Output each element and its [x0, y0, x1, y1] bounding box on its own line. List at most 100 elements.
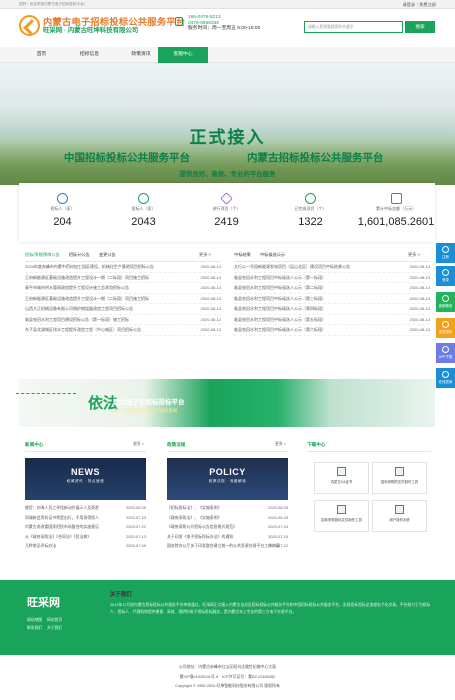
promo-banner[interactable]	[19, 379, 435, 427]
side-login[interactable]: 登录	[436, 266, 455, 286]
download-tender-tool[interactable]: 招标采购的文件制作工具	[372, 462, 427, 494]
list-item-title[interactable]: 临县农田水利工程项目中标候选人公示（第六标段）	[234, 327, 326, 332]
service-hours: 服务时间：周一至周五 8:00-18:00	[188, 26, 261, 32]
tab-plan-notice[interactable]: 招标计公告	[69, 252, 90, 257]
search-button[interactable]: 搜索	[405, 21, 435, 33]
more-link[interactable]: 更多 >	[133, 442, 144, 447]
logo-icon[interactable]	[19, 15, 40, 36]
side-publish[interactable]: 发布招标	[436, 318, 455, 338]
news-image[interactable]: NEWS 权威资讯 · 热点速递	[25, 458, 146, 500]
list-item-title[interactable]: 临县农田水利工程项目建设招标公告（第一标段）施工招标	[25, 317, 129, 322]
side-wechat[interactable]: 客服微信	[436, 292, 455, 312]
list-item-date: 2020-08-13	[200, 306, 221, 311]
policy-item[interactable]: 关于印发《电子招标投标办法》的通知 2020-07-15	[167, 532, 288, 542]
news-item[interactable]: 内蒙古发改委国家招投市场整合的实施意见 2020-07-22	[25, 522, 146, 532]
side-register[interactable]: 注册	[436, 243, 455, 263]
list-item[interactable]: 临县农田水利工程项目中标候选人公示（第四标段） 2020-08-13	[234, 304, 430, 315]
icp-license[interactable]: 蒙ICP备11026241号-6 ICP许可证号：蒙B2-20180282	[0, 672, 455, 682]
tender-notice-panel: 招标/资格预审公告 招标计公告 变更公告 更多 > 2024年度赤峰市内蒙中药材…	[25, 252, 221, 372]
search-input[interactable]: 请输入您想要搜索的关键字	[304, 21, 403, 33]
policy-item-title[interactable]: 《政府采购法》、《实施条例》	[167, 515, 221, 520]
news-item-title[interactable]: 几种常见评标办法	[25, 543, 56, 548]
more-link[interactable]: 更多 >	[408, 252, 420, 258]
footer-link-sitemap[interactable]: 网站地图	[27, 618, 42, 622]
policy-item[interactable]: 《政府采购法》、《实施条例》 2020-08-05	[167, 513, 288, 523]
policy-item-title[interactable]: 《政府采购公开招标公告信息格式规范》	[167, 524, 237, 529]
list-item[interactable]: 东子县北湖城区排水工程提升改造工程（中心城区）项目招标公告 2020-08-12	[25, 325, 221, 336]
tab-change-notice[interactable]: 变更公告	[99, 252, 116, 257]
news-item-date: 2020-07-22	[126, 524, 146, 530]
news-item-title[interactable]: 赫哲：刘海人员之寻找新动作展示人及获悉	[25, 505, 99, 510]
download-ca-cert[interactable]: 内蒙古CA证书	[314, 462, 369, 494]
policy-title: 政策法规	[167, 442, 186, 447]
list-item[interactable]: 临县农田水利工程项目中标候选人公示（第三标段） 2020-08-13	[234, 294, 430, 304]
banner-title: 正式接入	[189, 128, 266, 147]
side-app[interactable]: APP下载	[436, 343, 455, 363]
download-bid-tool[interactable]: 招标采购投标文件制作工具	[314, 500, 369, 532]
stat-amount: 累计中标金额（万元） 1,601,085.2601	[356, 193, 436, 228]
news-item-title[interactable]: 同城新会资料证书将是出行，不用再得投人	[25, 515, 99, 520]
list-item-title[interactable]: 临县农田水利工程项目中标候选人公示（第二标段）	[234, 285, 326, 290]
list-item[interactable]: 2024年度赤峰市内蒙中药材加工园区建设，机械化生产基地项目招标公告 2020-0…	[25, 262, 221, 273]
list-item[interactable]: 临县农田水利工程项目中标候选人公示（第一标段） 2020-08-13	[234, 273, 430, 283]
policy-item[interactable]: 国务院办公厅关于印发整合建立统一的公共资源交易平台工作方案 2020-07-02	[167, 541, 288, 551]
footer-link-home[interactable]: 网站首页	[47, 618, 62, 622]
more-link[interactable]: 更多 >	[275, 442, 286, 447]
list-item-title[interactable]: 临县农田水利工程项目中标候选人公示（第五标段）	[234, 317, 326, 322]
publish-icon	[442, 321, 449, 328]
list-item-title[interactable]: 山西大正机械设备有限公司锅炉燃烧器改造工程项目招标公告	[25, 306, 133, 311]
footer-link-contact[interactable]: 联系我们	[27, 626, 42, 630]
side-consult[interactable]: 在线咨询	[436, 368, 455, 388]
footer-logo[interactable]: 旺采网	[27, 594, 60, 610]
banner-slogan: 提供良好、高效、专业的平台服务	[179, 171, 276, 178]
list-item-title[interactable]: 临县农田水利工程项目中标候选人公示（第四标段）	[234, 306, 326, 311]
list-item-date: 2020-08-14	[200, 264, 221, 269]
nav-service-center[interactable]: 客服中心	[158, 47, 208, 63]
nav-home[interactable]: 首页	[19, 47, 64, 63]
stat-bidders: 投标人（家） 2043	[106, 193, 181, 228]
list-item-title[interactable]: 王府新能源区基础设施改造提升工程设计一期（二标段）项目施工招标	[25, 296, 149, 301]
footer-link-about[interactable]: 关于我们	[47, 626, 62, 630]
layers-icon	[220, 192, 233, 205]
document-icon	[395, 467, 404, 476]
list-item-title[interactable]: 东子县北湖城区排水工程提升改造工程（中心城区）项目招标公告	[25, 327, 141, 332]
list-item-title[interactable]: 临县农田水利工程项目中标候选人公示（第一标段）	[234, 275, 326, 280]
list-item-title[interactable]: 太行公一号园新能源发电项目（运山北区）建设项目中标结果公告	[234, 264, 350, 269]
download-manual[interactable]: 用户操作手册	[372, 500, 427, 532]
top-bar: 您好！欢迎来到内蒙古电子招标投标平台！ 请登录｜免费注册	[0, 0, 455, 9]
login-register-link[interactable]: 请登录｜免费注册	[402, 2, 436, 8]
news-item[interactable]: 赫哲：刘海人员之寻找新动作展示人及获悉 2020-08-05	[25, 503, 146, 513]
more-link[interactable]: 更多 >	[199, 252, 211, 258]
list-item[interactable]: 临县农田水利工程项目建设招标公告（第一标段）施工招标 2020-08-12	[25, 315, 221, 325]
policy-item[interactable]: 《政府采购公开招标公告信息格式规范》 2020-07-24	[167, 522, 288, 532]
tab-award-result[interactable]: 中标结果	[234, 252, 251, 257]
list-item[interactable]: 临县农田水利工程项目中标候选人公示（第六标段） 2020-08-13	[234, 325, 430, 336]
policy-item-title[interactable]: 国务院办公厅关于印发整合建立统一的公共资源交易平台工作方案	[167, 543, 280, 548]
news-item[interactable]: 同城新会资料证书将是出行，不用再得投人 2020-07-23	[25, 513, 146, 523]
list-item[interactable]: 山西大正机械设备有限公司锅炉燃烧器改造工程项目招标公告 2020-08-13	[25, 304, 221, 315]
news-item[interactable]: 从《政府采购法》《合同法》《民法典》 2020-07-13	[25, 532, 146, 542]
phone-icon	[175, 17, 183, 26]
tab-candidate-notice[interactable]: 中标候选公示	[260, 252, 285, 257]
list-item-title[interactable]: 临县农田水利工程项目中标候选人公示（第三标段）	[234, 296, 326, 301]
list-item[interactable]: 太行公一号园新能源发电项目（运山北区）建设项目中标结果公告 2020-08-13	[234, 262, 430, 273]
list-item-title[interactable]: 2024年度赤峰市内蒙中药材加工园区建设，机械化生产基地项目招标公告	[25, 264, 154, 269]
news-item-title[interactable]: 从《政府采购法》《合同法》《民法典》	[25, 534, 91, 539]
list-item[interactable]: 临县农田水利工程项目中标候选人公示（第二标段） 2020-08-13	[234, 283, 430, 294]
list-item[interactable]: 王府新能源区基础设施改造提升工程设计一期（二标段）项目施工招标 2020-08-1…	[25, 294, 221, 304]
policy-item[interactable]: 《招标投标法》、《实施条例》 2020-08-05	[167, 503, 288, 513]
news-item-title[interactable]: 内蒙古发改委国家招投市场整合的实施意见	[25, 524, 99, 529]
news-item[interactable]: 几种常见评标办法 2020-07-09	[25, 541, 146, 551]
list-item[interactable]: 王府新能源区基础设施改造提升工程设计一期（二标段）项目施工招标 2020-08-1…	[25, 273, 221, 283]
list-item[interactable]: 临县农田水利工程项目中标候选人公示（第五标段） 2020-08-13	[234, 315, 430, 325]
document-icon	[337, 505, 346, 514]
list-item-title[interactable]: 王府新能源区基础设施改造提升工程设计一期（二标段）项目施工招标	[25, 275, 149, 280]
policy-image[interactable]: POLICY 政策法规 · 深度解读	[167, 458, 288, 500]
policy-item-title[interactable]: 《招标投标法》、《实施条例》	[167, 505, 221, 510]
policy-item-title[interactable]: 关于印发《电子招标投标办法》的通知	[167, 534, 233, 539]
tab-tender-notice[interactable]: 招标/资格预审公告	[25, 252, 60, 257]
check-icon	[305, 193, 316, 204]
nav-bidding-info[interactable]: 招标信息	[66, 47, 113, 63]
list-item[interactable]: 青平市城市供水管网改造提升工程设计施工总承包招标公告 2020-08-13	[25, 283, 221, 294]
list-item-title[interactable]: 青平市城市供水管网改造提升工程设计施工总承包招标公告	[25, 285, 129, 290]
